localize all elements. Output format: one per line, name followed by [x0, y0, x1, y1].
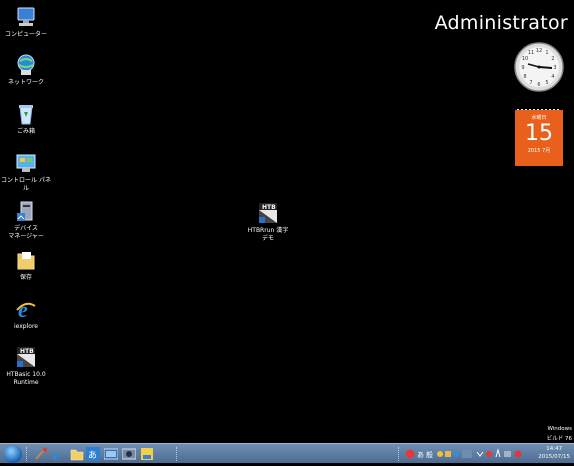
- watermark-line1: Windows: [547, 426, 572, 432]
- calendar-day: 15: [525, 121, 553, 146]
- desktop-icon-label: コントロール パネ: [1, 177, 51, 184]
- desktop-icon-label: ネットワーク: [7, 79, 44, 86]
- tray-folder-icon: [445, 451, 451, 457]
- taskbar-divider: [176, 447, 179, 461]
- notes-app-icon[interactable]: [140, 446, 154, 460]
- desktop-icon-label: iexplore: [14, 323, 38, 330]
- svg-text:1: 1: [545, 50, 548, 56]
- calendar-rings: [515, 100, 563, 114]
- desktop-icon-htbrrun-demo[interactable]: HTB HTBRrun 漢字 デモ: [236, 202, 300, 243]
- camera-app-icon[interactable]: [121, 446, 137, 460]
- svg-text:6: 6: [537, 82, 540, 88]
- taskbar-date: 2015/07/15: [538, 454, 570, 460]
- svg-text:3: 3: [553, 65, 556, 71]
- calendar-page: 水曜日 15 2015 7月: [515, 110, 563, 166]
- desktop-icon-label: HTBasic 10.0: [6, 371, 46, 378]
- start-button[interactable]: [4, 445, 22, 463]
- tray-status-icon: [405, 449, 415, 459]
- user-name-gadget: Administrator: [434, 12, 568, 34]
- desktop-icon-iexplore[interactable]: e iexplore: [0, 297, 58, 331]
- svg-text:5: 5: [545, 80, 548, 86]
- tray-alert-icon: [514, 450, 522, 458]
- japanese-ime-icon[interactable]: あ: [86, 446, 100, 461]
- svg-text:8: 8: [523, 74, 526, 80]
- calendar-gadget[interactable]: 水曜日 15 2015 7月: [515, 100, 563, 166]
- desktop-icon-control-panel[interactable]: コントロール パネ ル: [0, 152, 58, 193]
- desktop-icon-label-line2: マネージャー: [8, 233, 44, 240]
- file-explorer-icon[interactable]: [70, 446, 84, 461]
- desktop-icon-recycle-bin[interactable]: ごみ箱: [0, 103, 58, 136]
- desktop-icon-label: デバイス: [14, 225, 38, 232]
- calendar-weekday: 水曜日: [531, 115, 547, 121]
- desktop-icon-label: ごみ箱: [16, 128, 35, 135]
- htb-badge: HTB: [20, 348, 34, 355]
- taskbar-divider: [398, 447, 401, 461]
- network-icon: [504, 451, 511, 457]
- taskbar-divider: [26, 447, 29, 461]
- svg-text:7: 7: [529, 80, 532, 86]
- svg-text:e: e: [18, 298, 28, 320]
- desktop-icon-htbasic-runtime[interactable]: HTB HTBasic 10.0 Runtime: [0, 346, 58, 387]
- svg-text:9: 9: [521, 65, 524, 71]
- desktop-icon-label-line2: デモ: [261, 235, 274, 242]
- taskbar-clock[interactable]: 14:47 2015/07/15: [538, 445, 570, 461]
- desktop-icon-label: HTBRrun 漢字: [247, 227, 289, 234]
- svg-text:12: 12: [536, 48, 542, 54]
- svg-text:2: 2: [551, 56, 554, 62]
- tray-help-icon: [453, 451, 459, 457]
- ime-kanji-icon: 般: [426, 450, 433, 459]
- paint-brush-icon[interactable]: [34, 446, 48, 460]
- svg-text:e: e: [53, 448, 60, 461]
- calendar-year-month: 2015 7月: [527, 148, 551, 154]
- desktop-icon-computer[interactable]: コンピューター: [0, 6, 58, 39]
- device-manager-icon: [15, 200, 37, 222]
- desktop-icon-label: 保存: [19, 274, 32, 281]
- htbasic-icon: HTB: [15, 346, 37, 368]
- clock-gadget[interactable]: 12 1 2 345 678 9 10 11: [514, 42, 564, 92]
- desktop: コンピューター ネットワーク ごみ箱 コントロール パネ ル デバイス マネージ…: [0, 0, 574, 443]
- taskbar: e あ あ 般 14:47 2015/07/15: [0, 443, 574, 464]
- tray-keyboard-icon: [462, 450, 472, 458]
- desktop-icon-label-line2: Runtime: [13, 379, 39, 386]
- screen-app-icon[interactable]: [103, 446, 119, 460]
- desktop-icon-label: コンピューター: [4, 31, 47, 38]
- desktop-icon-device-manager[interactable]: デバイス マネージャー: [0, 200, 58, 241]
- taskbar-time: 14:47: [546, 446, 563, 452]
- svg-text:11: 11: [528, 50, 534, 56]
- svg-text:4: 4: [551, 74, 554, 80]
- tray-gear-icon: [437, 451, 443, 457]
- computer-icon: [15, 6, 37, 28]
- recycle-bin-icon: [15, 103, 37, 125]
- desktop-icon-label-line2: ル: [22, 185, 29, 192]
- folder-icon: [15, 249, 37, 271]
- internet-explorer-icon[interactable]: e: [52, 446, 66, 464]
- svg-text:あ: あ: [88, 450, 97, 461]
- tray-security-icon: [486, 451, 492, 457]
- tray-flag-icon: [495, 448, 501, 458]
- svg-text:10: 10: [522, 56, 528, 62]
- htbasic-icon: HTB: [257, 202, 279, 224]
- htb-badge: HTB: [262, 204, 276, 211]
- desktop-icon-save-folder[interactable]: 保存: [0, 249, 58, 282]
- internet-explorer-icon: e: [15, 297, 37, 322]
- network-icon: [15, 54, 37, 76]
- ime-mode-icon: あ: [417, 451, 424, 459]
- system-tray: あ 般: [404, 446, 534, 462]
- desktop-icon-network[interactable]: ネットワーク: [0, 54, 58, 87]
- chevron-down-icon: [476, 451, 484, 457]
- windows-build-watermark: Windows ビルド 76: [547, 424, 572, 444]
- control-panel-icon: [15, 152, 37, 174]
